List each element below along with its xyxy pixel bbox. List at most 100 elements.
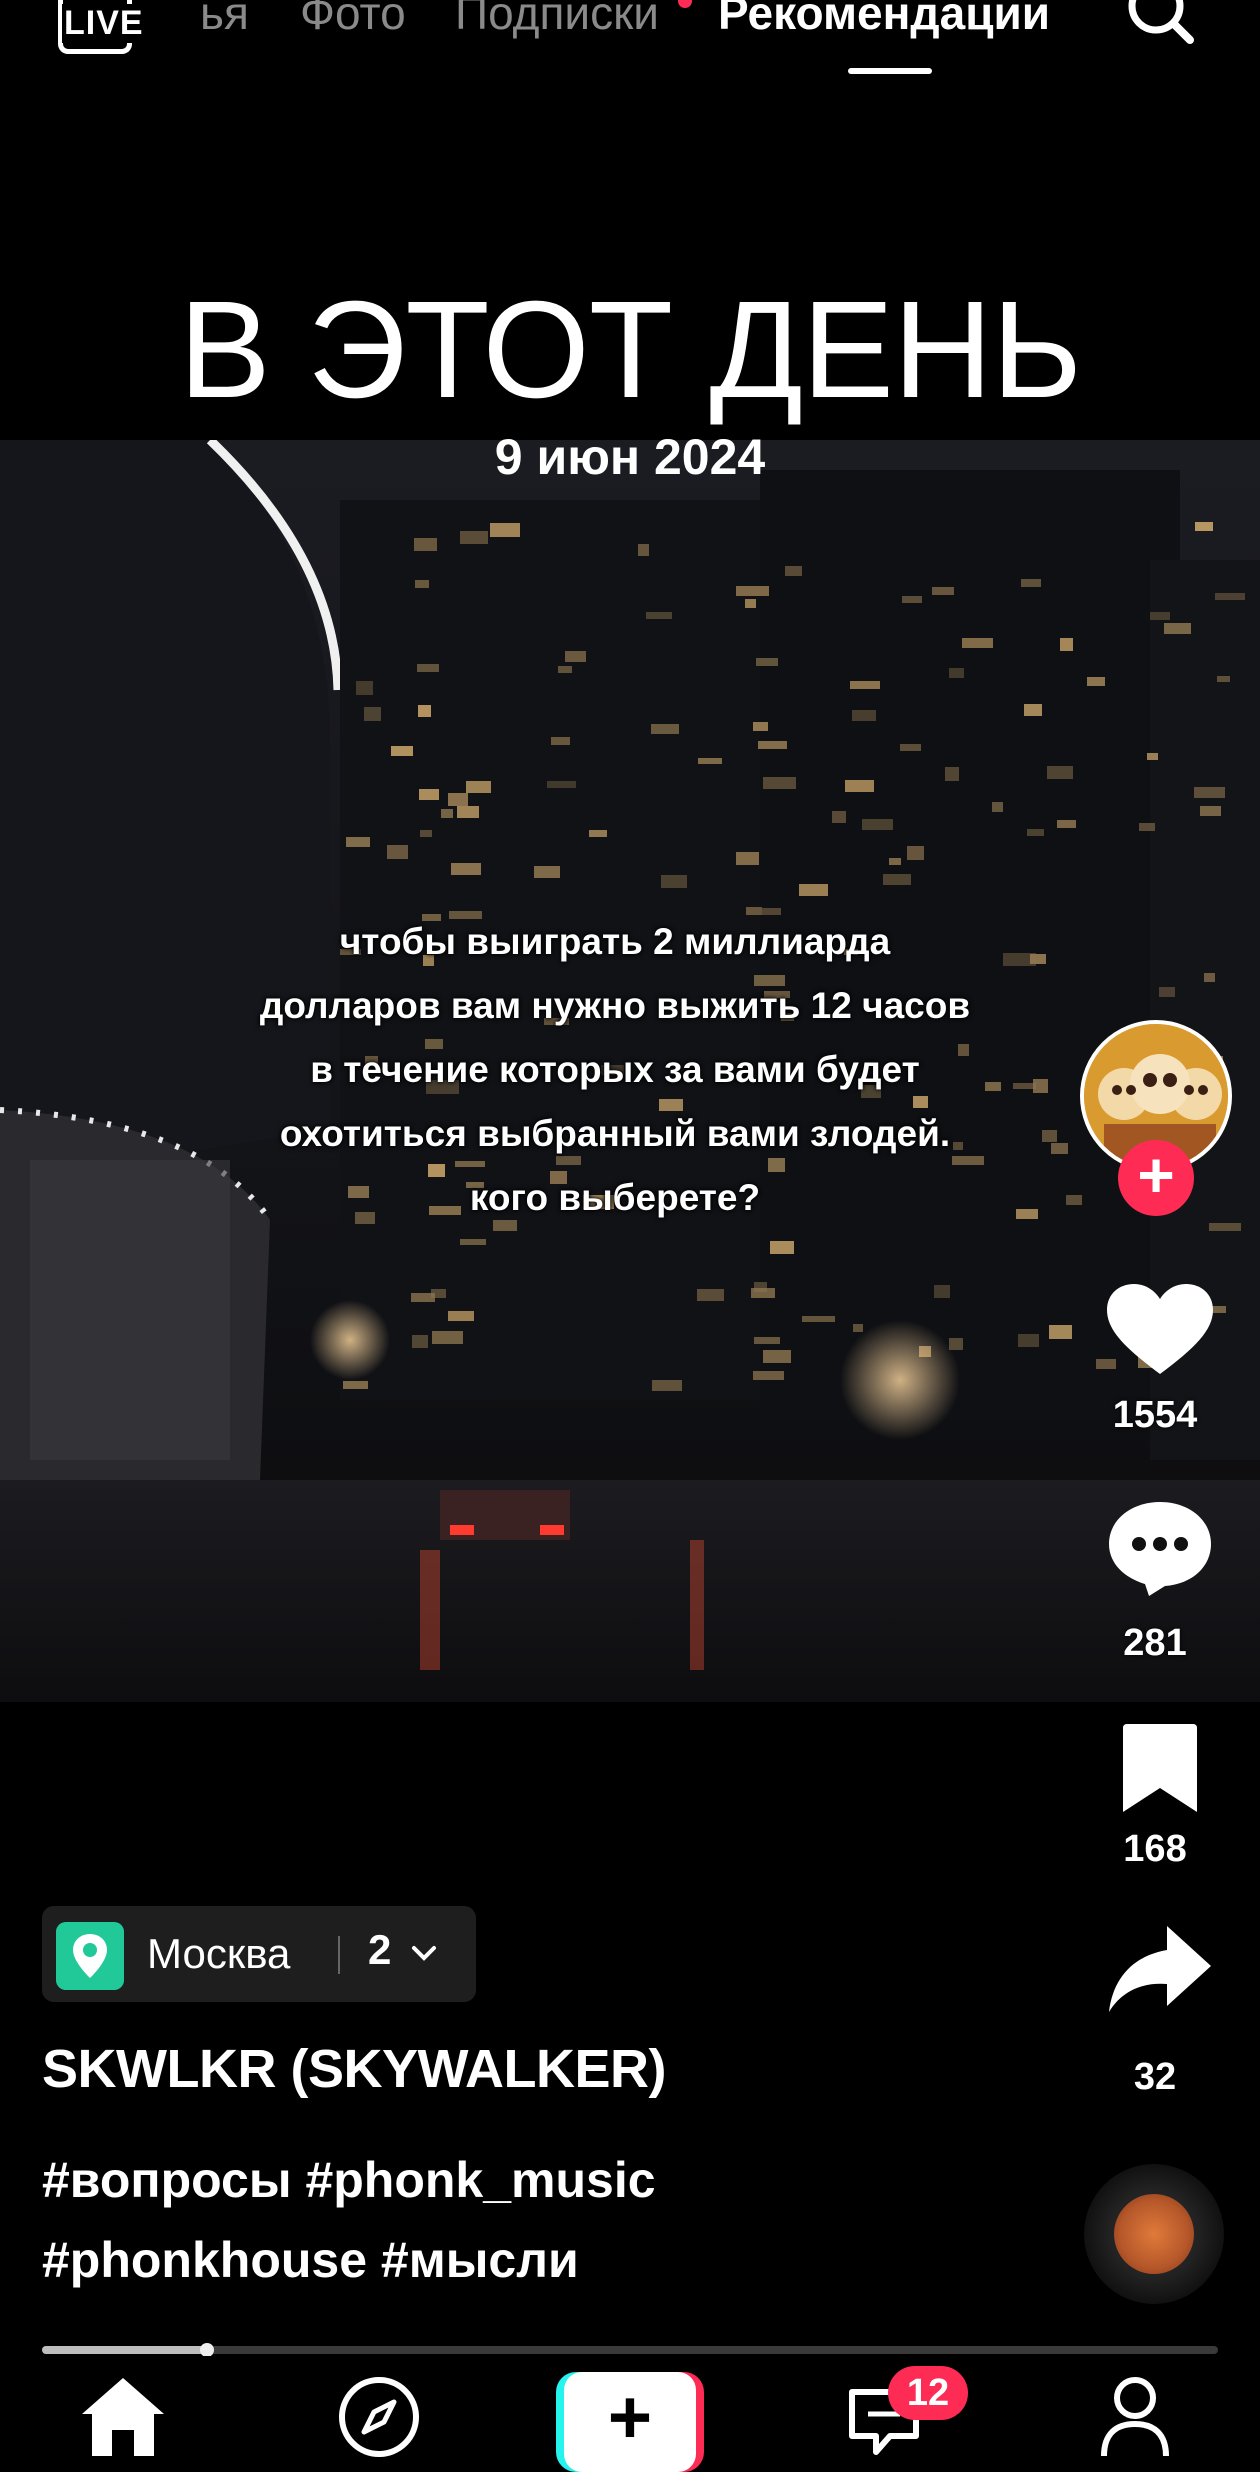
lit-window xyxy=(534,866,560,878)
lit-window xyxy=(589,830,607,837)
lit-window xyxy=(1204,973,1215,982)
lit-window xyxy=(1087,677,1105,686)
sound-cover xyxy=(1114,2194,1194,2274)
lit-window xyxy=(431,1289,446,1298)
location-chip[interactable]: Москва 2 xyxy=(42,1906,476,2002)
tab-following[interactable]: Подписки xyxy=(455,0,659,40)
lit-window xyxy=(736,852,759,865)
lit-window xyxy=(551,737,570,745)
live-label: LIVE xyxy=(62,4,146,43)
follow-button[interactable]: + xyxy=(1118,1140,1194,1216)
lit-window xyxy=(1024,704,1042,716)
lit-window xyxy=(889,858,901,865)
caption-line: чтобы выиграть 2 миллиарда xyxy=(339,921,891,962)
location-name: Москва xyxy=(147,1930,291,1977)
lit-window xyxy=(1200,806,1221,816)
bookmark-icon[interactable] xyxy=(1105,1720,1215,1816)
lit-window xyxy=(346,837,370,847)
lit-window xyxy=(736,586,769,596)
lit-window xyxy=(753,1371,784,1380)
lit-window xyxy=(852,710,876,721)
lit-window xyxy=(883,874,911,885)
lit-window xyxy=(565,651,586,662)
lit-window xyxy=(460,531,488,544)
create-plus-icon: + xyxy=(564,2372,696,2472)
lit-window xyxy=(697,1289,724,1301)
lit-window xyxy=(460,1239,486,1245)
lit-window xyxy=(758,741,787,749)
lit-window xyxy=(1060,638,1073,651)
hashtags: #вопросы #phonk_music #phonkhouse #мысли xyxy=(42,2140,762,2300)
lit-window xyxy=(832,811,846,823)
lit-window xyxy=(1051,1143,1068,1154)
profile-icon[interactable] xyxy=(1098,2374,1172,2456)
lit-window xyxy=(949,668,964,678)
lit-window xyxy=(802,1316,835,1322)
lit-window xyxy=(1057,820,1076,828)
lit-window xyxy=(763,777,796,789)
create-button[interactable]: + xyxy=(556,2372,704,2472)
author-name[interactable]: SKWLKR (SKYWALKER) xyxy=(42,2038,666,2100)
comment-icon[interactable] xyxy=(1105,1498,1215,1598)
lit-window xyxy=(1164,623,1191,634)
lit-window xyxy=(785,566,802,576)
lit-window xyxy=(900,744,921,751)
search-icon[interactable] xyxy=(1124,0,1196,58)
share-count: 32 xyxy=(1133,2056,1177,2098)
lit-window xyxy=(558,666,572,673)
progress-fill xyxy=(42,2346,207,2354)
comment-count: 281 xyxy=(1123,1622,1187,1664)
music-disc-icon[interactable] xyxy=(1084,2164,1224,2304)
lit-window xyxy=(1018,1334,1039,1347)
lit-window xyxy=(1209,1223,1241,1231)
lit-window xyxy=(419,789,439,800)
lit-window xyxy=(1217,676,1230,682)
lit-window xyxy=(945,767,959,781)
video-progress-bar[interactable] xyxy=(42,2343,1218,2357)
lit-window xyxy=(418,705,431,717)
active-tab-indicator xyxy=(848,68,932,74)
caption-line: в течение которых за вами будет xyxy=(310,1049,920,1090)
bottom-navigation: + 12 xyxy=(0,2356,1260,2472)
lit-window xyxy=(1049,1325,1072,1339)
lit-window xyxy=(661,875,687,888)
lit-window xyxy=(770,1241,794,1254)
lit-window xyxy=(745,599,756,608)
location-divider xyxy=(338,1936,340,1974)
lit-window xyxy=(391,746,413,756)
home-icon[interactable] xyxy=(78,2374,168,2456)
lit-window xyxy=(415,580,429,588)
lit-window xyxy=(862,819,893,830)
lit-window xyxy=(1195,522,1213,531)
lit-window xyxy=(448,1311,474,1321)
lit-window xyxy=(1066,1195,1082,1205)
lit-window xyxy=(754,1337,780,1344)
lit-window xyxy=(907,846,924,860)
lit-window xyxy=(417,664,439,672)
hashtag-line[interactable]: #вопросы #phonk_music xyxy=(42,2140,762,2220)
lit-window xyxy=(1150,612,1170,620)
tab-for-you[interactable]: Рекомендации xyxy=(718,0,1050,40)
lit-window xyxy=(1047,766,1073,779)
hashtag-line[interactable]: #phonkhouse #мысли xyxy=(42,2220,762,2300)
live-icon[interactable]: LIVE xyxy=(52,0,146,62)
progress-knob[interactable] xyxy=(199,2343,214,2357)
lit-window xyxy=(754,1282,767,1292)
lit-window xyxy=(457,806,479,818)
like-count: 1554 xyxy=(1112,1394,1198,1436)
discover-icon[interactable] xyxy=(336,2374,422,2460)
caption-line: кого выберете? xyxy=(469,1177,761,1218)
lit-window xyxy=(364,707,381,721)
lit-window xyxy=(1021,579,1041,587)
like-heart-icon[interactable] xyxy=(1105,1282,1215,1378)
lit-window xyxy=(652,1380,682,1391)
lit-window xyxy=(1194,787,1225,798)
lit-window xyxy=(932,587,954,595)
tab-nearby[interactable]: ья xyxy=(200,0,249,40)
chevron-down-icon xyxy=(412,1946,436,1961)
share-arrow-icon[interactable] xyxy=(1105,1920,1215,2016)
lit-window xyxy=(1215,593,1245,600)
lit-window xyxy=(850,681,880,689)
lit-window xyxy=(962,638,993,648)
tab-photo[interactable]: Фото xyxy=(300,0,406,40)
